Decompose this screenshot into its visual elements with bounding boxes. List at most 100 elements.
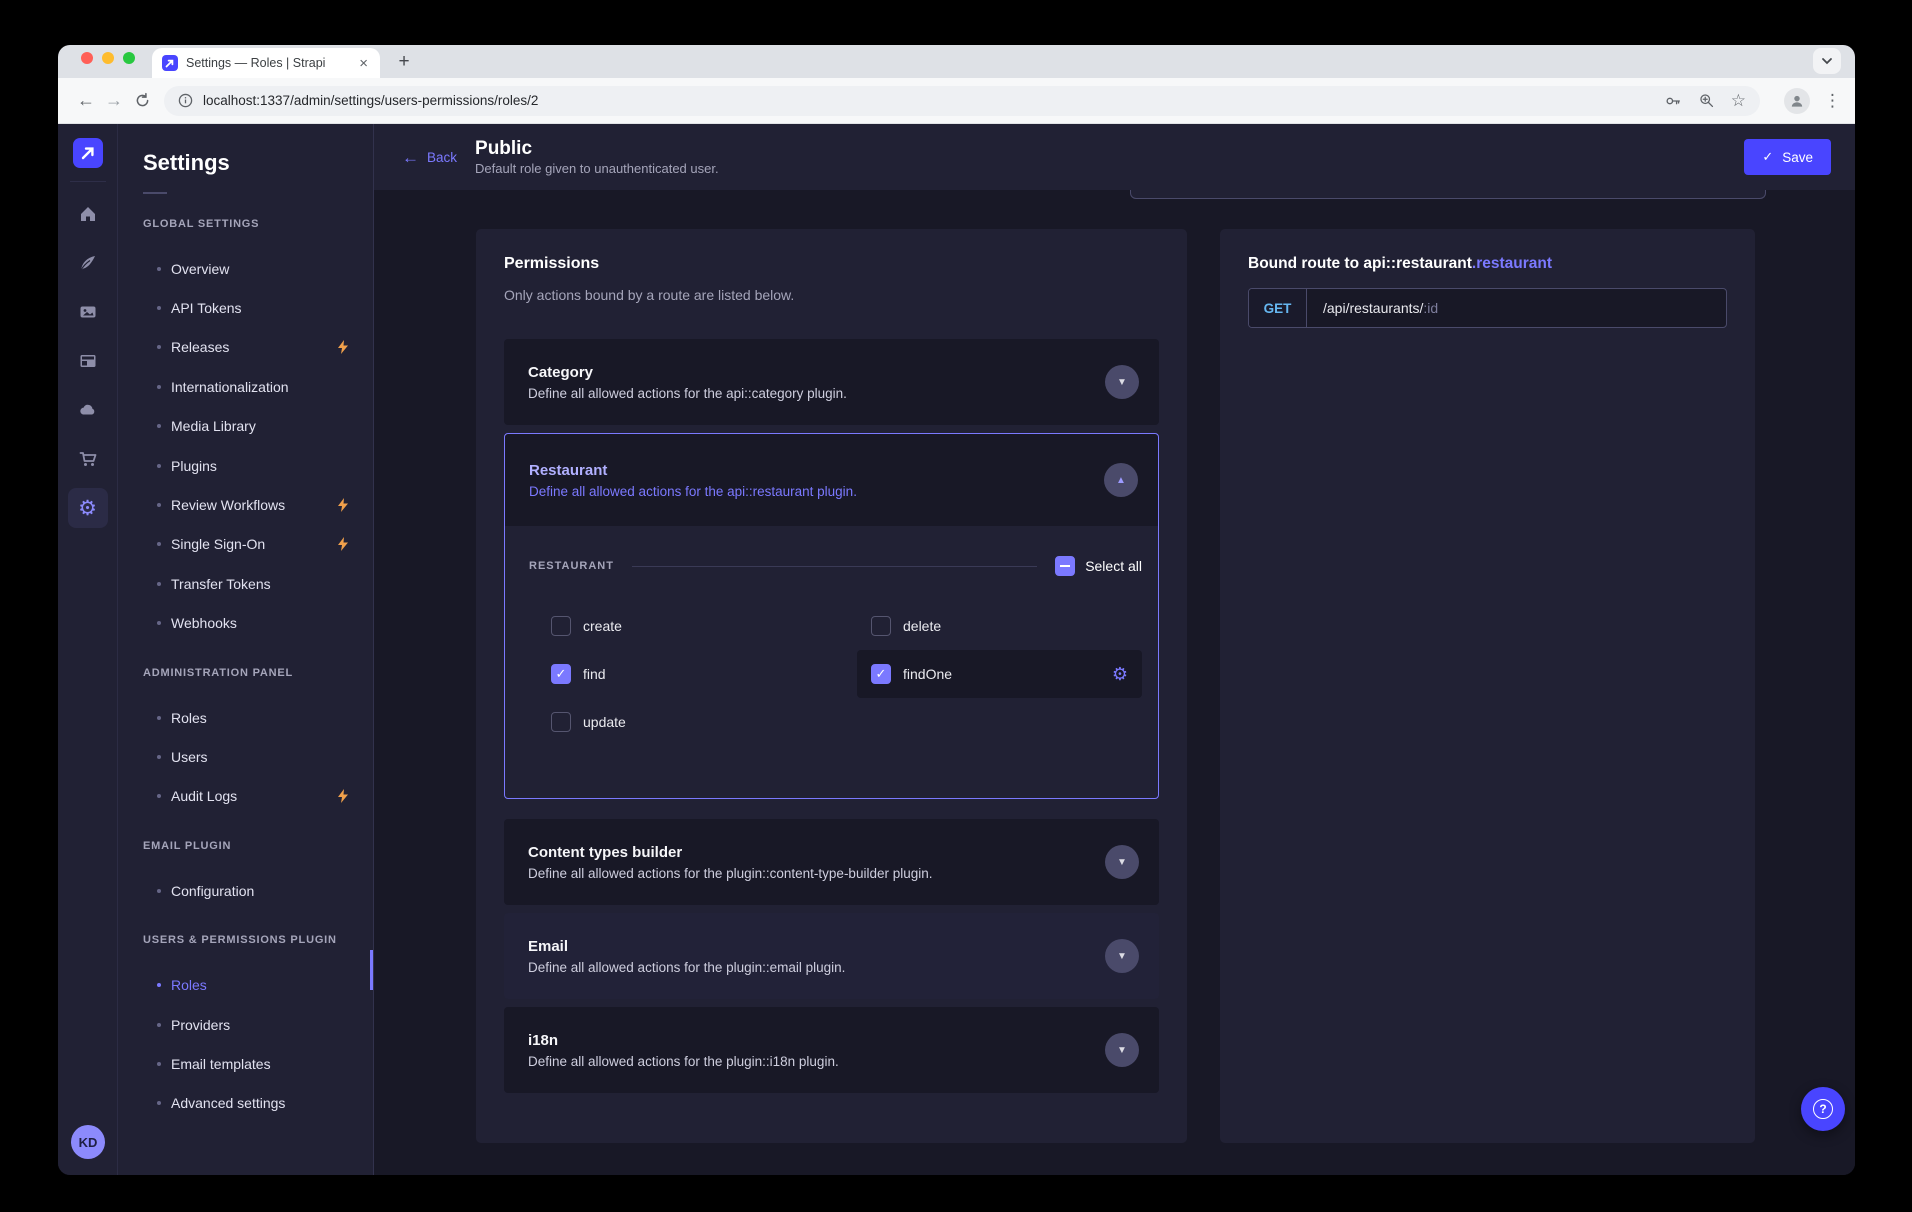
sidebar-item-overview[interactable]: Overview (143, 249, 351, 288)
close-window-button[interactable] (81, 52, 93, 64)
tab-close-icon[interactable]: × (357, 54, 370, 73)
strapi-admin: ⚙ KD Settings GLOBAL SETTINGS Overview A… (58, 124, 1855, 1175)
accordion-i18n-header[interactable]: i18n Define all allowed actions for the … (504, 1007, 1159, 1093)
page-subtitle: Default role given to unauthenticated us… (475, 161, 719, 176)
back-arrow-icon: ← (402, 149, 419, 166)
sidebar-item-configuration[interactable]: Configuration (143, 871, 351, 910)
subnav-divider (143, 192, 167, 194)
findone-checkbox[interactable]: ✓ (871, 664, 891, 684)
sidebar-item-media-library[interactable]: Media Library (143, 407, 351, 446)
subnav-title: Settings (143, 150, 373, 176)
accordion-ctb-header[interactable]: Content types builder Define all allowed… (504, 819, 1159, 905)
rail-divider (70, 181, 106, 182)
home-icon[interactable] (68, 194, 108, 234)
bullet (157, 794, 161, 798)
help-button[interactable]: ? (1801, 1087, 1845, 1131)
password-key-icon[interactable] (1664, 92, 1682, 110)
minimize-window-button[interactable] (102, 52, 114, 64)
address-bar[interactable]: localhost:1337/admin/settings/users-perm… (164, 86, 1760, 116)
forward-nav-button[interactable]: → (100, 87, 128, 115)
sidebar-item-admin-users[interactable]: Users (143, 737, 351, 776)
fullscreen-window-button[interactable] (123, 52, 135, 64)
section-global-settings: GLOBAL SETTINGS Overview API Tokens Rele… (143, 218, 373, 643)
tab-search-button[interactable] (1813, 48, 1841, 74)
scrolled-input-bottom (1130, 190, 1766, 199)
tab-title: Settings — Roles | Strapi (186, 56, 357, 70)
browser-profile-avatar[interactable] (1784, 88, 1810, 114)
save-button[interactable]: ✓ Save (1744, 139, 1831, 175)
bullet (157, 582, 161, 586)
marketplace-cart-icon[interactable] (68, 439, 108, 479)
browser-tab[interactable]: Settings — Roles | Strapi × (152, 48, 380, 78)
chevron-down-icon[interactable]: ▼ (1105, 1033, 1139, 1067)
back-label: Back (427, 150, 457, 165)
sidebar-item-single-sign-on[interactable]: Single Sign-On (143, 525, 351, 564)
select-all-control[interactable]: Select all (1055, 556, 1142, 576)
user-avatar[interactable]: KD (71, 1125, 105, 1159)
create-checkbox[interactable] (551, 616, 571, 636)
lightning-icon (337, 498, 349, 512)
sidebar-item-providers[interactable]: Providers (143, 1005, 351, 1044)
sidebar-item-up-roles[interactable]: Roles (143, 965, 351, 1004)
action-find[interactable]: ✓ find (551, 650, 871, 698)
lightning-icon (337, 340, 349, 354)
browser-menu-icon[interactable]: ⋮ (1824, 91, 1841, 111)
content-type-builder-icon[interactable] (68, 341, 108, 381)
action-findone[interactable]: ✓ findOne ⚙ (857, 650, 1142, 698)
bookmark-star-icon[interactable]: ☆ (1731, 92, 1746, 109)
sidebar-item-admin-roles[interactable]: Roles (143, 698, 351, 737)
bullet (157, 983, 161, 987)
back-link[interactable]: ← Back (402, 149, 457, 166)
accordion-category-header[interactable]: Category Define all allowed actions for … (504, 339, 1159, 425)
permissions-subtitle: Only actions bound by a route are listed… (504, 287, 1159, 303)
accordion-restaurant-header[interactable]: Restaurant Define all allowed actions fo… (505, 434, 1158, 526)
chevron-down-icon[interactable]: ▼ (1105, 365, 1139, 399)
new-tab-button[interactable]: + (392, 50, 416, 74)
group-label: RESTAURANT (529, 560, 614, 572)
advanced-settings-gear-icon[interactable]: ⚙ (1112, 665, 1128, 683)
bullet (157, 1101, 161, 1105)
bullet (157, 267, 161, 271)
action-delete[interactable]: delete (871, 602, 1142, 650)
action-create[interactable]: create (551, 602, 871, 650)
cloud-icon[interactable] (68, 390, 108, 430)
url-text[interactable]: localhost:1337/admin/settings/users-perm… (203, 93, 1652, 108)
bullet (157, 345, 161, 349)
tab-strip: Settings — Roles | Strapi × + (58, 45, 1855, 78)
bullet (157, 1023, 161, 1027)
macos-window-controls[interactable] (81, 52, 135, 64)
sidebar-item-transfer-tokens[interactable]: Transfer Tokens (143, 564, 351, 603)
settings-gear-icon[interactable]: ⚙ (68, 488, 108, 528)
chevron-down-icon[interactable]: ▼ (1105, 845, 1139, 879)
action-update[interactable]: update (551, 698, 871, 746)
select-all-checkbox[interactable] (1055, 556, 1075, 576)
media-library-icon[interactable] (68, 292, 108, 332)
sidebar-item-plugins[interactable]: Plugins (143, 446, 351, 485)
sidebar-item-internationalization[interactable]: Internationalization (143, 367, 351, 406)
accordion-email-header[interactable]: Email Define all allowed actions for the… (504, 913, 1159, 999)
reload-button[interactable] (128, 87, 156, 115)
chevron-up-icon[interactable]: ▲ (1104, 463, 1138, 497)
group-divider (632, 566, 1037, 567)
permissions-panel: Permissions Only actions bound by a rout… (476, 229, 1187, 1143)
route-display: GET /api/restaurants/:id (1248, 288, 1727, 328)
find-checkbox[interactable]: ✓ (551, 664, 571, 684)
section-label: ADMINISTRATION PANEL (143, 667, 373, 683)
content-manager-pen-icon[interactable] (68, 243, 108, 283)
section-label: EMAIL PLUGIN (143, 840, 373, 856)
chevron-down-icon[interactable]: ▼ (1105, 939, 1139, 973)
sidebar-item-releases[interactable]: Releases (143, 328, 351, 367)
zoom-icon[interactable] (1698, 92, 1715, 109)
sidebar-item-audit-logs[interactable]: Audit Logs (143, 777, 351, 816)
route-path: /api/restaurants/:id (1307, 300, 1438, 316)
delete-checkbox[interactable] (871, 616, 891, 636)
sidebar-item-webhooks[interactable]: Webhooks (143, 604, 351, 643)
back-nav-button[interactable]: ← (72, 87, 100, 115)
sidebar-item-review-workflows[interactable]: Review Workflows (143, 485, 351, 524)
sidebar-item-advanced-settings[interactable]: Advanced settings (143, 1084, 351, 1123)
strapi-logo[interactable] (73, 138, 103, 168)
sidebar-item-api-tokens[interactable]: API Tokens (143, 288, 351, 327)
site-info-icon[interactable] (178, 93, 193, 108)
update-checkbox[interactable] (551, 712, 571, 732)
sidebar-item-email-templates[interactable]: Email templates (143, 1044, 351, 1083)
